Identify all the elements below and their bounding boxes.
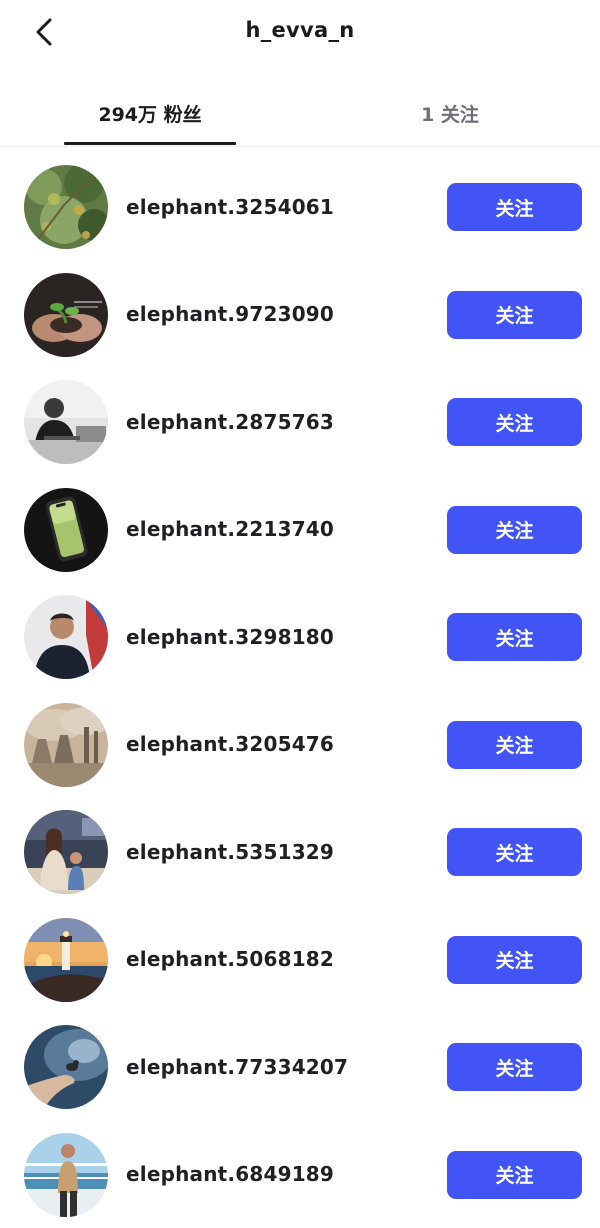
list-item[interactable]: elephant.6849189 关注 (0, 1121, 600, 1228)
avatar[interactable] (24, 918, 108, 1002)
hand-with-bird-photo (24, 1025, 108, 1109)
phone-screen-photo (24, 488, 108, 572)
tab-following-label: 1 关注 (421, 100, 479, 127)
list-item[interactable]: elephant.5068182 关注 (0, 906, 600, 1014)
tab-followers[interactable]: 294万 粉丝 (64, 80, 236, 146)
follow-button[interactable]: 关注 (447, 291, 582, 339)
avatar[interactable] (24, 165, 108, 249)
list-item[interactable]: elephant.2213740 关注 (0, 476, 600, 584)
list-item[interactable]: elephant.3298180 关注 (0, 583, 600, 691)
follow-button[interactable]: 关注 (447, 936, 582, 984)
follow-button[interactable]: 关注 (447, 398, 582, 446)
avatar[interactable] (24, 595, 108, 679)
man-at-desk-bw-photo (24, 380, 108, 464)
follow-button[interactable]: 关注 (447, 613, 582, 661)
avatar[interactable] (24, 273, 108, 357)
username[interactable]: elephant.3205476 (126, 691, 334, 799)
list-item[interactable]: elephant.5351329 关注 (0, 798, 600, 906)
factory-smoke-photo (24, 703, 108, 787)
username[interactable]: elephant.2875763 (126, 368, 334, 476)
hands-with-seedling-photo (24, 273, 108, 357)
tab-following[interactable]: 1 关注 (380, 80, 520, 146)
list-item[interactable]: elephant.77334207 关注 (0, 1013, 600, 1121)
list-item[interactable]: elephant.3205476 关注 (0, 691, 600, 799)
avatar[interactable] (24, 703, 108, 787)
man-portrait-photo (24, 595, 108, 679)
username[interactable]: elephant.9723090 (126, 261, 334, 369)
follow-button[interactable]: 关注 (447, 183, 582, 231)
avatar[interactable] (24, 1025, 108, 1109)
follow-button[interactable]: 关注 (447, 1151, 582, 1199)
username[interactable]: elephant.6849189 (126, 1121, 334, 1228)
follower-list: elephant.3254061 关注 elephant.9723090 关注 (0, 153, 600, 1228)
username[interactable]: elephant.3254061 (126, 153, 334, 261)
follow-button[interactable]: 关注 (447, 721, 582, 769)
follow-button[interactable]: 关注 (447, 828, 582, 876)
username[interactable]: elephant.3298180 (126, 583, 334, 691)
orange-tree-photo (24, 165, 108, 249)
lighthouse-sunset-photo (24, 918, 108, 1002)
list-item[interactable]: elephant.3254061 关注 (0, 153, 600, 261)
username[interactable]: elephant.77334207 (126, 1013, 348, 1121)
avatar[interactable] (24, 488, 108, 572)
username[interactable]: elephant.5351329 (126, 798, 334, 906)
family-on-sofa-photo (24, 810, 108, 894)
avatar[interactable] (24, 1133, 108, 1217)
list-item[interactable]: elephant.2875763 关注 (0, 368, 600, 476)
list-item[interactable]: elephant.9723090 关注 (0, 261, 600, 369)
follow-button[interactable]: 关注 (447, 506, 582, 554)
tab-bar: 294万 粉丝 1 关注 (0, 80, 600, 147)
tab-followers-label: 294万 粉丝 (98, 100, 201, 127)
page-title: h_evva_n (0, 18, 600, 42)
follow-button[interactable]: 关注 (447, 1043, 582, 1091)
man-on-boat-photo (24, 1133, 108, 1217)
avatar[interactable] (24, 380, 108, 464)
avatar[interactable] (24, 810, 108, 894)
username[interactable]: elephant.2213740 (126, 476, 334, 584)
active-tab-indicator (64, 142, 236, 145)
header-bar: h_evva_n (0, 0, 600, 64)
username[interactable]: elephant.5068182 (126, 906, 334, 1014)
